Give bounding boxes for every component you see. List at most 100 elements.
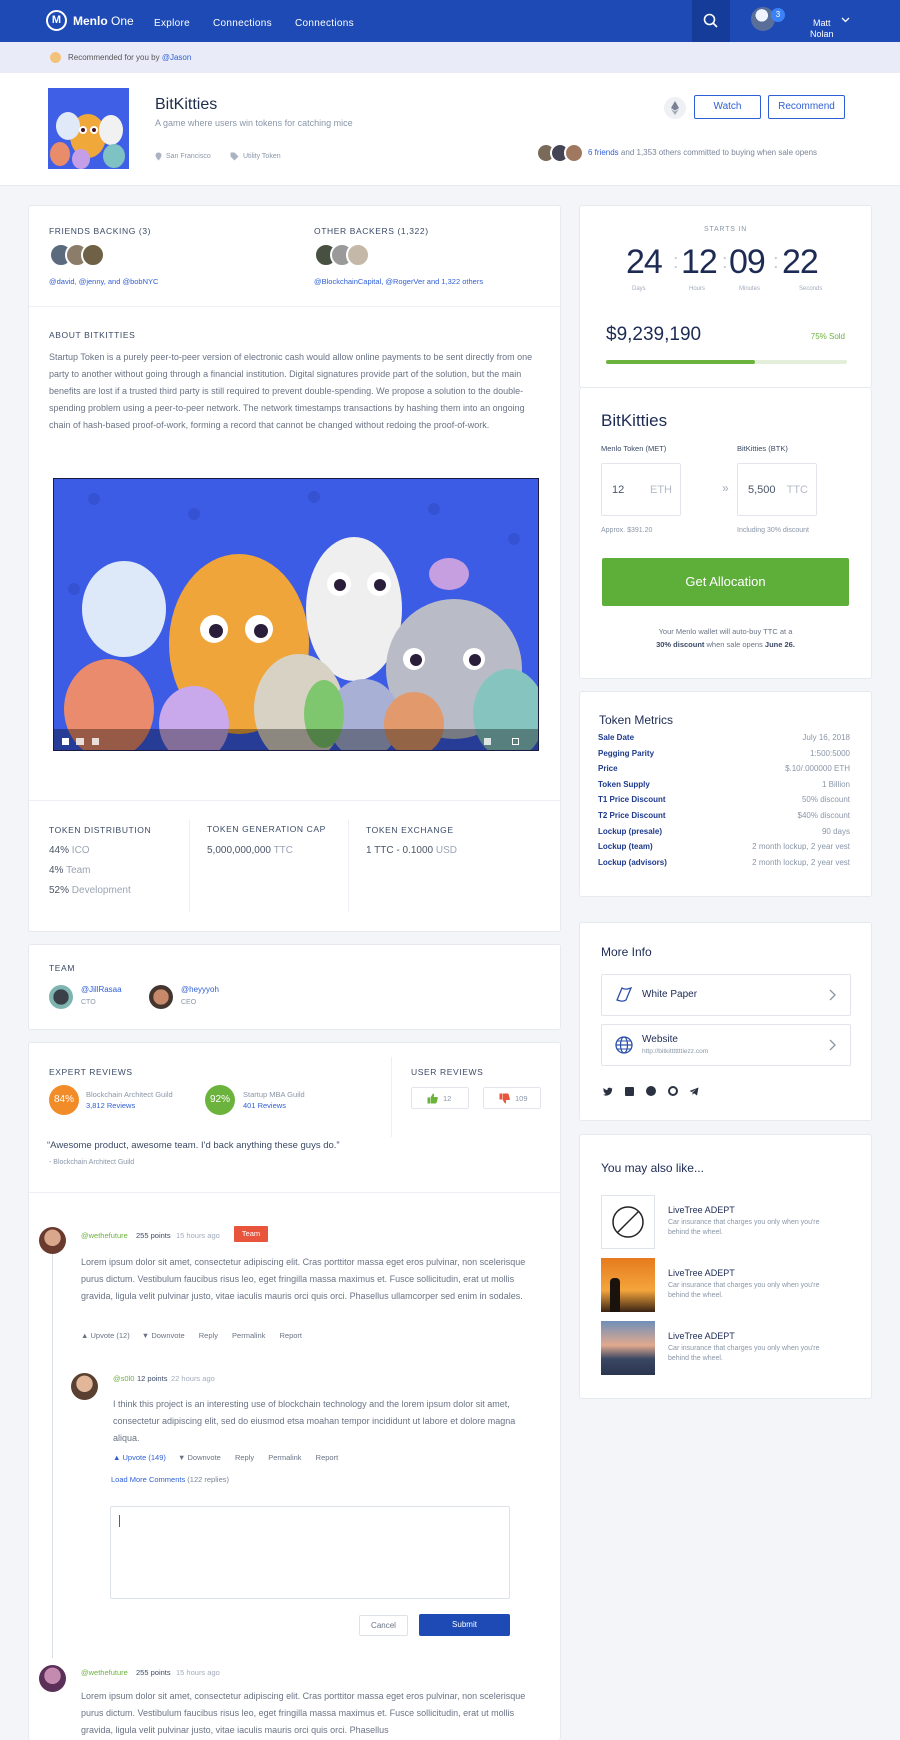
website-link[interactable]: Website http://bitkitttttttiezz.com (601, 1024, 851, 1066)
upvote-button[interactable]: ▲ Upvote (149) (113, 1453, 166, 1462)
location-pin-icon (155, 152, 162, 161)
friends-backing-names[interactable]: @david, @jenny, and @bobNYC (49, 277, 158, 286)
cancel-button[interactable]: Cancel (359, 1615, 408, 1636)
minutes-label: Minutes (739, 286, 761, 292)
reply-textarea[interactable] (110, 1506, 510, 1599)
skip-icon[interactable] (76, 738, 84, 745)
also-like-name[interactable]: LiveTree ADEPT (668, 1205, 735, 1215)
metric-key: T2 Price Discount (598, 811, 666, 820)
friend-avatar[interactable] (81, 243, 105, 267)
recommender-avatar (50, 52, 61, 63)
report-link[interactable]: Report (279, 1331, 302, 1340)
comment-author[interactable]: @wethefuture (81, 1668, 128, 1677)
seconds-label: Seconds (799, 286, 823, 292)
friends-backing-title: FRIENDS BACKING (3) (49, 226, 152, 236)
distribution-item: 4% Team (49, 865, 91, 876)
more-info-card: More Info White Paper Website http://bit… (579, 922, 872, 1121)
chevron-down-icon[interactable] (841, 17, 850, 23)
hours-label: Hours (689, 286, 706, 292)
commenter-avatar[interactable] (39, 1665, 66, 1692)
commenter-avatar[interactable] (39, 1227, 66, 1254)
metric-value: 2 month lockup, 2 year vest (752, 857, 850, 867)
load-more-comments[interactable]: Load More Comments (122 replies) (111, 1475, 229, 1484)
settings-icon[interactable] (484, 738, 491, 745)
friends-committed-link[interactable]: 6 friends (588, 148, 619, 157)
menlo-token-input[interactable]: 12 ETH (601, 463, 681, 516)
metric-key: Token Supply (598, 779, 650, 789)
allocation-title: BitKitties (601, 411, 668, 430)
notification-badge[interactable]: 3 (771, 8, 785, 22)
recommender-link[interactable]: @Jason (162, 53, 191, 62)
token-metrics-title: Token Metrics (599, 713, 674, 727)
reply-link[interactable]: Reply (199, 1331, 218, 1340)
expert-name: Blockchain Architect Guild (86, 1090, 173, 1099)
metric-value: July 16, 2018 (802, 733, 850, 742)
project-details-card: FRIENDS BACKING (3) @david, @jenny, and … (28, 205, 561, 932)
get-allocation-button[interactable]: Get Allocation (602, 558, 849, 606)
metric-row: Lockup (advisors) 2 month lockup, 2 year … (598, 858, 850, 873)
other-backers-names[interactable]: @BlockchainCapital, @RogerVer and 1,322 … (314, 277, 483, 286)
permalink-link[interactable]: Permalink (268, 1453, 301, 1462)
countdown-title: STARTS IN (703, 226, 748, 233)
nav-connections-2[interactable]: Connections (295, 18, 354, 29)
user-menu[interactable]: Matt Nolan (810, 18, 834, 40)
also-like-thumbnail[interactable] (601, 1195, 655, 1249)
watch-button[interactable]: Watch (694, 95, 761, 119)
commenter-avatar[interactable] (71, 1373, 98, 1400)
brand-name[interactable]: Menlo One (73, 14, 134, 28)
permalink-link[interactable]: Permalink (232, 1331, 265, 1340)
thumbs-up-button[interactable]: 12 (411, 1087, 469, 1109)
divider (29, 1192, 560, 1193)
chevron-right-icon (829, 1039, 836, 1051)
fullscreen-icon[interactable] (512, 738, 519, 745)
other-backers-title: OTHER BACKERS (1,322) (314, 226, 429, 236)
reply-link[interactable]: Reply (235, 1453, 254, 1462)
token-distribution-title: TOKEN DISTRIBUTION (49, 825, 152, 835)
search-button[interactable] (692, 0, 730, 42)
btk-token-input[interactable]: 5,500 TTC (737, 463, 817, 516)
report-link[interactable]: Report (316, 1453, 339, 1462)
ethereum-icon (664, 97, 686, 119)
nav-explore[interactable]: Explore (154, 18, 190, 29)
play-icon[interactable] (62, 738, 69, 745)
also-like-thumbnail[interactable] (601, 1321, 655, 1375)
project-video[interactable] (53, 478, 539, 751)
also-like-name[interactable]: LiveTree ADEPT (668, 1331, 735, 1341)
twitter-icon[interactable] (603, 1087, 613, 1096)
divider (29, 800, 560, 801)
comment-author[interactable]: @s0l0 (113, 1374, 134, 1383)
review-quote: “Awesome product, awesome team. I'd back… (47, 1140, 340, 1151)
downvote-button[interactable]: ▼ Downvote (178, 1453, 221, 1462)
thumbs-down-button[interactable]: 109 (483, 1087, 541, 1109)
team-member-role: CEO (181, 999, 197, 1006)
downvote-button[interactable]: ▼ Downvote (142, 1331, 185, 1340)
team-member-avatar[interactable] (149, 985, 173, 1009)
nav-connections[interactable]: Connections (213, 18, 272, 29)
team-member-handle[interactable]: @JillRasaa (81, 985, 122, 994)
comment-author[interactable]: @wethefuture (81, 1231, 128, 1240)
team-member-handle[interactable]: @heyyyoh (181, 985, 219, 994)
upvote-button[interactable]: ▲ Upvote (12) (81, 1331, 130, 1340)
reddit-icon[interactable] (668, 1086, 678, 1096)
github-icon[interactable] (646, 1086, 656, 1096)
countdown-separator: : (673, 251, 679, 273)
expert-review-count[interactable]: 3,812 Reviews (86, 1101, 135, 1110)
team-member-avatar[interactable] (49, 985, 73, 1009)
facebook-icon[interactable] (625, 1087, 634, 1096)
countdown-hours: 12 (681, 243, 718, 281)
metric-value: 2 month lockup, 2 year vest (752, 842, 850, 852)
expert-score-badge: 84% (49, 1085, 79, 1115)
recommend-button[interactable]: Recommend (768, 95, 845, 119)
backer-avatar[interactable] (346, 243, 370, 267)
menlo-logo-icon[interactable]: M (46, 10, 67, 31)
expert-review-count[interactable]: 401 Reviews (243, 1101, 286, 1110)
telegram-icon[interactable] (689, 1087, 699, 1096)
comment-time: 15 hours ago (176, 1231, 220, 1240)
progress-fill (606, 360, 756, 364)
also-like-thumbnail[interactable] (601, 1258, 655, 1312)
white-paper-link[interactable]: White Paper (601, 974, 851, 1016)
also-like-name[interactable]: LiveTree ADEPT (668, 1268, 735, 1278)
project-token-type: Utility Token (243, 153, 281, 160)
volume-icon[interactable] (92, 738, 99, 745)
submit-button[interactable]: Submit (419, 1614, 510, 1636)
